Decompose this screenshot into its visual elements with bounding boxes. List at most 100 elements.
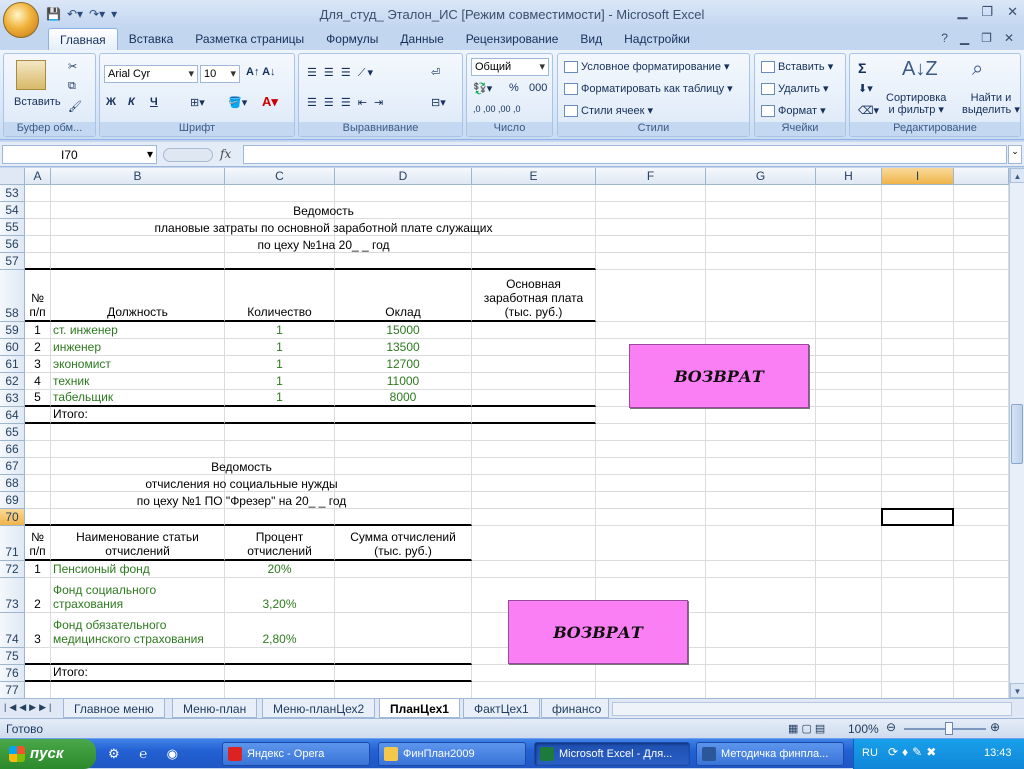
cell-e63[interactable] — [472, 390, 596, 407]
return-button-1[interactable]: ВОЗВРАТ — [629, 344, 809, 408]
cell-j74[interactable] — [954, 613, 1009, 648]
cell-h64[interactable] — [816, 407, 882, 424]
cell-h75[interactable] — [816, 648, 882, 665]
zoom-out-icon[interactable]: ⊖ — [886, 720, 896, 734]
column-header-g[interactable]: G — [706, 168, 816, 185]
cell-j66[interactable] — [954, 441, 1009, 458]
cell-f58[interactable] — [596, 270, 706, 322]
cell-b72[interactable]: Пенсионый фонд — [51, 561, 225, 578]
cell-a56[interactable] — [25, 236, 51, 253]
borders-icon[interactable]: ⊞▾ — [190, 96, 205, 109]
minimize-icon[interactable]: ▁ — [957, 4, 967, 20]
cell-h68[interactable] — [816, 475, 882, 492]
cell-e59[interactable] — [472, 322, 596, 339]
horizontal-align-icons[interactable]: ☰ ☰ ☰ ⇤ ⇥ — [307, 96, 385, 109]
row-header-66[interactable]: 66 — [0, 441, 25, 458]
cell-f57[interactable] — [596, 253, 706, 270]
cell-i69[interactable] — [882, 492, 954, 509]
cell-i72[interactable] — [882, 561, 954, 578]
cell-c58[interactable]: Количество — [225, 270, 335, 322]
cell-c62[interactable]: 1 — [225, 373, 335, 390]
zoom-in-icon[interactable]: ⊕ — [990, 720, 1000, 734]
cell-f72[interactable] — [596, 561, 706, 578]
cell-c61[interactable]: 1 — [225, 356, 335, 373]
row-header-57[interactable]: 57 — [0, 253, 25, 270]
row-header-71[interactable]: 71 — [0, 526, 25, 561]
cell-g72[interactable] — [706, 561, 816, 578]
cell-g57[interactable] — [706, 253, 816, 270]
cell-h65[interactable] — [816, 424, 882, 441]
row-header-74[interactable]: 74 — [0, 613, 25, 648]
cell-g71[interactable] — [706, 526, 816, 561]
cell-f56[interactable] — [596, 236, 706, 253]
cell-i60[interactable] — [882, 339, 954, 356]
vertical-align-icons[interactable]: ☰ ☰ ☰ ⟋▾ — [307, 66, 375, 80]
cell-d59[interactable]: 15000 — [335, 322, 472, 339]
cell-e61[interactable] — [472, 356, 596, 373]
cell-c75[interactable] — [225, 648, 335, 665]
tab-page-layout[interactable]: Разметка страницы — [184, 28, 315, 50]
close-icon[interactable]: ✕ — [1007, 4, 1018, 20]
row-header-64[interactable]: 64 — [0, 407, 25, 424]
cell-g65[interactable] — [706, 424, 816, 441]
cell-i56[interactable] — [882, 236, 954, 253]
cell-c64[interactable] — [225, 407, 335, 424]
cell-i65[interactable] — [882, 424, 954, 441]
cell-h60[interactable] — [816, 339, 882, 356]
cell-b60[interactable]: инженер — [51, 339, 225, 356]
row-header-65[interactable]: 65 — [0, 424, 25, 441]
cell-d66[interactable] — [335, 441, 472, 458]
cell-j59[interactable] — [954, 322, 1009, 339]
cell-g54[interactable] — [706, 202, 816, 219]
cell-e64[interactable] — [472, 407, 596, 424]
column-header-e[interactable]: E — [472, 168, 596, 185]
return-button-2[interactable]: ВОЗВРАТ — [508, 600, 688, 664]
cell-b65[interactable] — [51, 424, 225, 441]
find-select-button[interactable]: Найти и выделить ▾ — [962, 92, 1020, 116]
cell-h66[interactable] — [816, 441, 882, 458]
doc-minimize-icon[interactable]: ▁ — [960, 31, 969, 45]
row-header-77[interactable]: 77 — [0, 682, 25, 698]
cell-a68[interactable] — [25, 475, 51, 492]
row-header-75[interactable]: 75 — [0, 648, 25, 665]
row-header-55[interactable]: 55 — [0, 219, 25, 236]
cell-a65[interactable] — [25, 424, 51, 441]
tab-data[interactable]: Данные — [389, 28, 454, 50]
cell-a70[interactable] — [25, 509, 51, 526]
cell-i63[interactable] — [882, 390, 954, 407]
cell-j53[interactable] — [954, 185, 1009, 202]
cell-a73[interactable]: 2 — [25, 578, 51, 613]
column-header-b[interactable]: B — [51, 168, 225, 185]
cell-i58[interactable] — [882, 270, 954, 322]
column-header-i[interactable]: I — [882, 168, 954, 185]
sheet-tab-fact-ceh1[interactable]: ФактЦех1 — [463, 699, 540, 718]
cell-d62[interactable]: 11000 — [335, 373, 472, 390]
percent-button[interactable]: % — [509, 82, 519, 94]
cell-a55[interactable] — [25, 219, 51, 236]
cell-j61[interactable] — [954, 356, 1009, 373]
cell-h53[interactable] — [816, 185, 882, 202]
cell-e57[interactable] — [472, 253, 596, 270]
view-buttons-icons[interactable]: ▦ ▢ ▤ — [788, 722, 825, 735]
cell-g69[interactable] — [706, 492, 816, 509]
cell-d60[interactable]: 13500 — [335, 339, 472, 356]
cell-j65[interactable] — [954, 424, 1009, 441]
cell-e70[interactable] — [472, 509, 596, 526]
taskbar-word[interactable]: Методичка финпла... — [696, 742, 844, 766]
grow-font-icon[interactable]: A↑ A↓ — [246, 66, 276, 78]
row-header-68[interactable]: 68 — [0, 475, 25, 492]
cell-a57[interactable] — [25, 253, 51, 270]
cell-c74[interactable]: 2,80% — [225, 613, 335, 648]
taskbar-excel[interactable]: Microsoft Excel - Для... — [534, 742, 690, 766]
cell-h67[interactable] — [816, 458, 882, 475]
thousands-button[interactable]: 000 — [529, 82, 547, 94]
row-header-63[interactable]: 63 — [0, 390, 25, 407]
cell-b76[interactable]: Итого: — [51, 665, 225, 682]
cell-h72[interactable] — [816, 561, 882, 578]
cell-g74[interactable] — [706, 613, 816, 648]
tab-addins[interactable]: Надстройки — [613, 28, 701, 50]
taskbar-finplan[interactable]: ФинПлан2009 — [378, 742, 526, 766]
tab-review[interactable]: Рецензирование — [455, 28, 570, 50]
cell-c65[interactable] — [225, 424, 335, 441]
cell-d63[interactable]: 8000 — [335, 390, 472, 407]
